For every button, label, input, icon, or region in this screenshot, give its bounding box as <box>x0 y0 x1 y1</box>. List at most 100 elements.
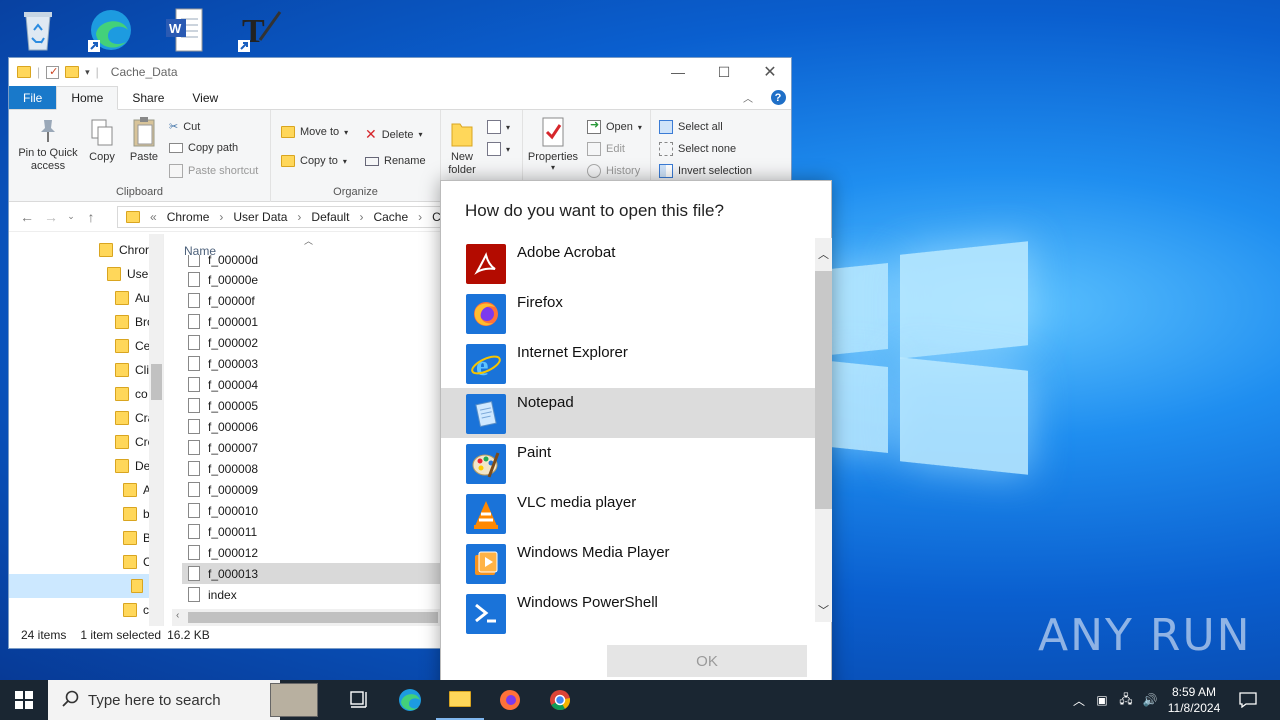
collapse-ribbon-icon[interactable]: ︿ <box>743 86 765 109</box>
move-to-button[interactable]: Move to ▾ <box>281 126 348 138</box>
chevron-down-icon[interactable]: ▾ <box>85 67 90 78</box>
file-row[interactable]: f_000003 <box>182 353 452 374</box>
nav-item[interactable]: Bro <box>115 310 154 334</box>
chrome-taskbar-icon[interactable] <box>536 680 584 720</box>
file-row[interactable]: f_000010 <box>182 500 452 521</box>
volume-icon[interactable]: 🔊 <box>1138 693 1162 707</box>
file-row[interactable]: f_000001 <box>182 311 452 332</box>
nav-item[interactable]: C <box>123 550 152 574</box>
breadcrumb-user-data[interactable]: User Data <box>233 210 287 224</box>
taskbar-search-box[interactable]: Type here to search <box>48 680 318 720</box>
new-folder-quick-icon[interactable] <box>65 66 80 78</box>
select-none-button[interactable]: Select none <box>659 142 736 156</box>
edge-shortcut-icon[interactable] <box>86 6 134 54</box>
paste-shortcut-button[interactable]: Paste shortcut <box>169 164 258 178</box>
properties-check-icon[interactable]: ✓ <box>46 65 60 79</box>
app-option-paint[interactable]: Paint <box>441 438 815 488</box>
nav-item[interactable]: b <box>123 502 150 526</box>
device-icon[interactable]: ▣ <box>1090 693 1114 707</box>
copy-button[interactable]: Copy <box>85 118 119 163</box>
breadcrumb-default[interactable]: Default <box>311 210 349 224</box>
nav-item[interactable]: User <box>107 262 152 286</box>
file-row[interactable]: f_000004 <box>182 374 452 395</box>
scroll-up-icon[interactable]: ︿ <box>818 246 829 262</box>
network-icon[interactable]: 🖧 <box>1114 690 1138 711</box>
app-option-internet-explorer[interactable]: e Internet Explorer <box>441 338 815 388</box>
properties-button[interactable]: Properties ▾ <box>523 116 583 172</box>
word-document-icon[interactable]: W <box>160 6 208 54</box>
nav-item[interactable]: co <box>115 382 148 406</box>
file-row[interactable]: f_000011 <box>182 521 452 542</box>
task-view-icon[interactable] <box>336 680 384 720</box>
nav-item[interactable]: c <box>123 598 149 622</box>
recycle-bin-icon[interactable] <box>14 6 62 54</box>
new-item-button[interactable]: ▾ <box>487 120 510 134</box>
dialog-scroll-thumb[interactable] <box>815 271 832 509</box>
nav-item[interactable]: B <box>123 526 151 550</box>
close-button[interactable]: ✕ <box>747 58 793 86</box>
app-option-powershell[interactable]: Windows PowerShell <box>441 588 815 638</box>
scroll-down-icon[interactable]: ﹀ <box>818 602 829 618</box>
recent-locations-chevron-icon[interactable]: ⌄ <box>63 211 79 222</box>
nav-item[interactable]: Ce <box>115 334 150 358</box>
file-row[interactable]: f_000006 <box>182 416 452 437</box>
app-option-firefox[interactable]: Firefox <box>441 288 815 338</box>
nav-item-selected[interactable] <box>9 574 149 598</box>
texmaker-shortcut-icon[interactable]: T <box>236 6 284 54</box>
help-icon[interactable]: ? <box>765 86 791 109</box>
open-button[interactable]: ➜ Open ▾ <box>587 119 642 134</box>
back-arrow-icon[interactable]: ← <box>15 209 39 225</box>
file-row[interactable]: f_00000e <box>182 269 452 290</box>
file-list-hscrollbar[interactable]: ‹ <box>172 609 452 626</box>
show-hidden-icons-chevron-icon[interactable]: ︿ <box>1068 692 1090 709</box>
nav-item[interactable]: Cli <box>115 358 149 382</box>
copy-to-button[interactable]: Copy to ▾ <box>281 155 347 167</box>
file-row[interactable]: f_000007 <box>182 437 452 458</box>
maximize-button[interactable]: ☐ <box>701 58 747 86</box>
app-option-adobe-acrobat[interactable]: Adobe Acrobat <box>441 238 815 288</box>
explorer-taskbar-icon[interactable] <box>436 680 484 720</box>
nav-item[interactable]: A <box>123 478 151 502</box>
clock[interactable]: 8:59 AM 11/8/2024 <box>1162 684 1226 716</box>
tab-share[interactable]: Share <box>118 86 178 109</box>
file-row[interactable]: f_00000f <box>182 290 452 311</box>
forward-arrow-icon[interactable]: → <box>39 209 63 225</box>
pin-quick-access-button[interactable]: Pin to Quick access <box>13 118 83 173</box>
nav-item[interactable]: Au <box>115 286 150 310</box>
file-row[interactable]: f_000008 <box>182 458 452 479</box>
cut-button[interactable]: ✂ Cut <box>169 120 200 134</box>
app-option-windows-media-player[interactable]: Windows Media Player <box>441 538 815 588</box>
minimize-button[interactable]: — <box>655 58 701 86</box>
tab-view[interactable]: View <box>178 86 232 109</box>
copy-path-button[interactable]: Copy path <box>169 142 238 154</box>
start-button[interactable] <box>0 680 48 720</box>
file-row[interactable]: index <box>182 584 452 605</box>
file-row[interactable]: f_00000d <box>182 255 452 267</box>
file-row[interactable]: f_000005 <box>182 395 452 416</box>
invert-selection-button[interactable]: Invert selection <box>659 164 752 178</box>
file-row[interactable]: f_000009 <box>182 479 452 500</box>
select-all-button[interactable]: Select all <box>659 120 723 134</box>
rename-button[interactable]: Rename <box>365 155 426 167</box>
nav-item[interactable]: De <box>115 454 150 478</box>
app-option-vlc[interactable]: VLC media player <box>441 488 815 538</box>
file-row[interactable]: f_000012 <box>182 542 452 563</box>
breadcrumb-chrome[interactable]: Chrome <box>167 210 210 224</box>
edit-button[interactable]: Edit <box>587 142 625 156</box>
delete-button[interactable]: ✕ Delete ▾ <box>365 126 423 143</box>
firefox-taskbar-icon[interactable] <box>486 680 534 720</box>
edge-taskbar-icon[interactable] <box>386 680 434 720</box>
paste-button[interactable]: Paste <box>127 116 161 163</box>
tab-file[interactable]: File <box>9 86 57 109</box>
nav-scrollbar[interactable] <box>149 234 163 626</box>
breadcrumb-cache[interactable]: Cache <box>373 210 408 224</box>
file-row-selected[interactable]: f_000013 <box>182 563 452 584</box>
dialog-scrollbar[interactable]: ︿ ﹀ <box>815 238 832 622</box>
ok-button[interactable]: OK <box>607 645 807 677</box>
app-option-notepad[interactable]: Notepad <box>441 388 815 438</box>
history-button[interactable]: History <box>587 164 640 178</box>
tab-home[interactable]: Home <box>56 86 119 110</box>
nav-item[interactable]: Chror <box>99 238 149 262</box>
file-row[interactable]: f_000002 <box>182 332 452 353</box>
notifications-icon[interactable] <box>1228 680 1268 720</box>
